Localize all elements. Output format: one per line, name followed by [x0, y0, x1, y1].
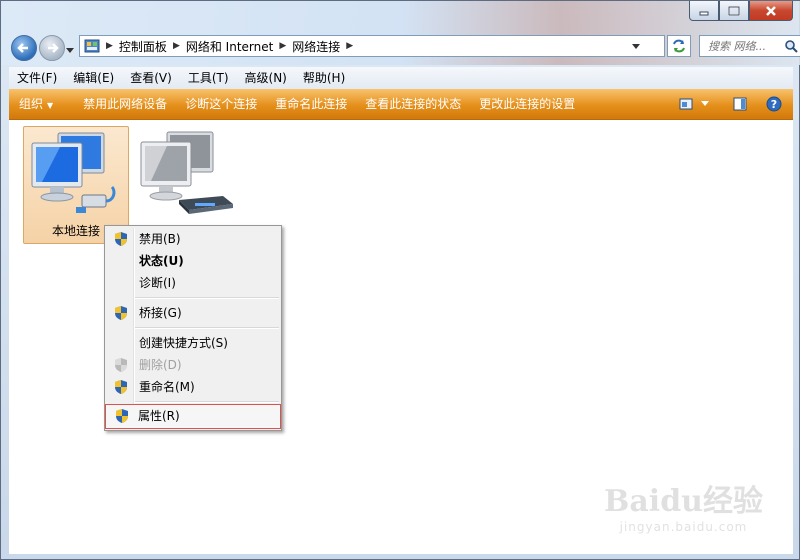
menu-file[interactable]: 文件(F): [9, 67, 65, 89]
explorer-window: ▶ 控制面板 ▶ 网络和 Internet ▶ 网络连接 ▶ 搜索 网络... …: [0, 0, 800, 560]
refresh-button[interactable]: [667, 35, 691, 57]
menu-edit[interactable]: 编辑(E): [65, 67, 122, 89]
menu-separator: [135, 327, 279, 329]
disable-device-button[interactable]: 禁用此网络设备: [74, 89, 176, 119]
diagnose-connection-button[interactable]: 诊断这个连接: [176, 89, 266, 119]
breadcrumb-network-connections[interactable]: 网络连接: [292, 38, 340, 55]
search-icon[interactable]: [784, 39, 798, 53]
breadcrumb-control-panel[interactable]: 控制面板: [119, 38, 167, 55]
minimize-icon: [699, 11, 709, 15]
menu-item-label: 禁用(B): [139, 232, 181, 246]
uac-shield-icon: [115, 306, 127, 320]
network-adapter-icon: [31, 132, 116, 213]
preview-pane-button[interactable]: [729, 93, 751, 115]
close-button[interactable]: [749, 1, 793, 21]
menu-item-label: 属性(R): [138, 409, 180, 423]
breadcrumb-separator[interactable]: ▶: [173, 41, 180, 51]
command-bar: 组织 ▼ 禁用此网络设备 诊断这个连接 重命名此连接 查看此连接的状态 更改此连接…: [9, 89, 793, 120]
menu-item-label: 创建快捷方式(S): [139, 336, 228, 350]
menu-item-label: 删除(D): [139, 358, 182, 372]
menu-advanced[interactable]: 高级(N): [237, 67, 295, 89]
uac-shield-icon: [115, 232, 127, 246]
view-status-button[interactable]: 查看此连接的状态: [356, 89, 470, 119]
close-icon: [766, 5, 776, 16]
menu-item-disable[interactable]: 禁用(B): [107, 228, 279, 250]
organize-button[interactable]: 组织 ▼: [9, 89, 62, 119]
menu-separator: [135, 297, 279, 299]
menu-item-rename[interactable]: 重命名(M): [107, 376, 279, 398]
watermark: Baidu经验 jingyan.baidu.com: [604, 476, 763, 534]
change-settings-button[interactable]: 更改此连接的设置: [470, 89, 584, 119]
control-panel-icon: [84, 39, 100, 53]
maximize-button[interactable]: [719, 1, 749, 21]
menu-item-diagnose[interactable]: 诊断(I): [107, 272, 279, 294]
breadcrumb: ▶ 控制面板 ▶ 网络和 Internet ▶ 网络连接 ▶: [106, 38, 359, 55]
menu-item-label: 状态(U): [139, 254, 184, 268]
view-icon: [679, 98, 693, 110]
rename-connection-button[interactable]: 重命名此连接: [266, 89, 356, 119]
window-controls: [689, 1, 793, 21]
watermark-logo: Baidu经验: [604, 484, 763, 519]
network-modem-icon: [140, 131, 233, 214]
chevron-down-icon: [701, 101, 709, 106]
help-button[interactable]: ?: [763, 93, 785, 115]
view-options-button[interactable]: [675, 93, 697, 115]
navigation-row: ▶ 控制面板 ▶ 网络和 Internet ▶ 网络连接 ▶: [9, 33, 800, 61]
forward-button[interactable]: [39, 35, 65, 61]
preview-pane-icon: [733, 97, 747, 111]
menu-item-delete: 删除(D): [107, 354, 279, 376]
breadcrumb-network-internet[interactable]: 网络和 Internet: [186, 38, 273, 55]
menu-item-status[interactable]: 状态(U): [107, 250, 279, 272]
command-bar-right: ?: [675, 89, 793, 119]
menu-item-bridge[interactable]: 桥接(G): [107, 302, 279, 324]
breadcrumb-separator[interactable]: ▶: [346, 41, 353, 51]
menu-item-label: 重命名(M): [139, 380, 195, 394]
minimize-button[interactable]: [689, 1, 719, 21]
chevron-down-icon: ▼: [47, 101, 54, 110]
breadcrumb-separator[interactable]: ▶: [106, 41, 113, 51]
chevron-down-icon: [66, 48, 74, 53]
maximize-icon: [728, 5, 740, 16]
menu-help[interactable]: 帮助(H): [295, 67, 353, 89]
menu-item-create-shortcut[interactable]: 创建快捷方式(S): [107, 332, 279, 354]
breadcrumb-separator[interactable]: ▶: [279, 41, 286, 51]
menu-item-properties[interactable]: 属性(R): [105, 404, 281, 429]
help-icon: ?: [766, 96, 782, 112]
search-input[interactable]: [706, 38, 784, 54]
watermark-url: jingyan.baidu.com: [619, 520, 748, 534]
menu-item-label: 桥接(G): [139, 306, 182, 320]
menu-item-label: 诊断(I): [139, 276, 176, 290]
uac-shield-icon: [116, 409, 128, 423]
refresh-icon: [673, 39, 685, 53]
menu-tools[interactable]: 工具(T): [180, 67, 237, 89]
address-bar[interactable]: ▶ 控制面板 ▶ 网络和 Internet ▶ 网络连接 ▶: [79, 35, 665, 57]
uac-shield-icon: [115, 380, 127, 394]
menu-separator: [135, 401, 279, 403]
back-button[interactable]: [11, 35, 37, 61]
history-dropdown[interactable]: [66, 43, 74, 57]
arrow-left-icon: [17, 43, 28, 53]
arrow-right-icon: [48, 43, 59, 53]
uac-shield-icon: [115, 358, 127, 372]
search-box: [699, 35, 800, 57]
view-dropdown[interactable]: [699, 93, 711, 115]
menu-bar: 文件(F) 编辑(E) 查看(V) 工具(T) 高级(N) 帮助(H): [9, 67, 793, 90]
organize-label: 组织: [19, 97, 44, 111]
context-menu: 禁用(B) 状态(U) 诊断(I) 桥接(G) 创建快捷方式(S) 删除(D): [104, 225, 282, 431]
address-dropdown-icon[interactable]: [632, 44, 640, 50]
svg-text:?: ?: [771, 98, 777, 111]
menu-view[interactable]: 查看(V): [122, 67, 180, 89]
